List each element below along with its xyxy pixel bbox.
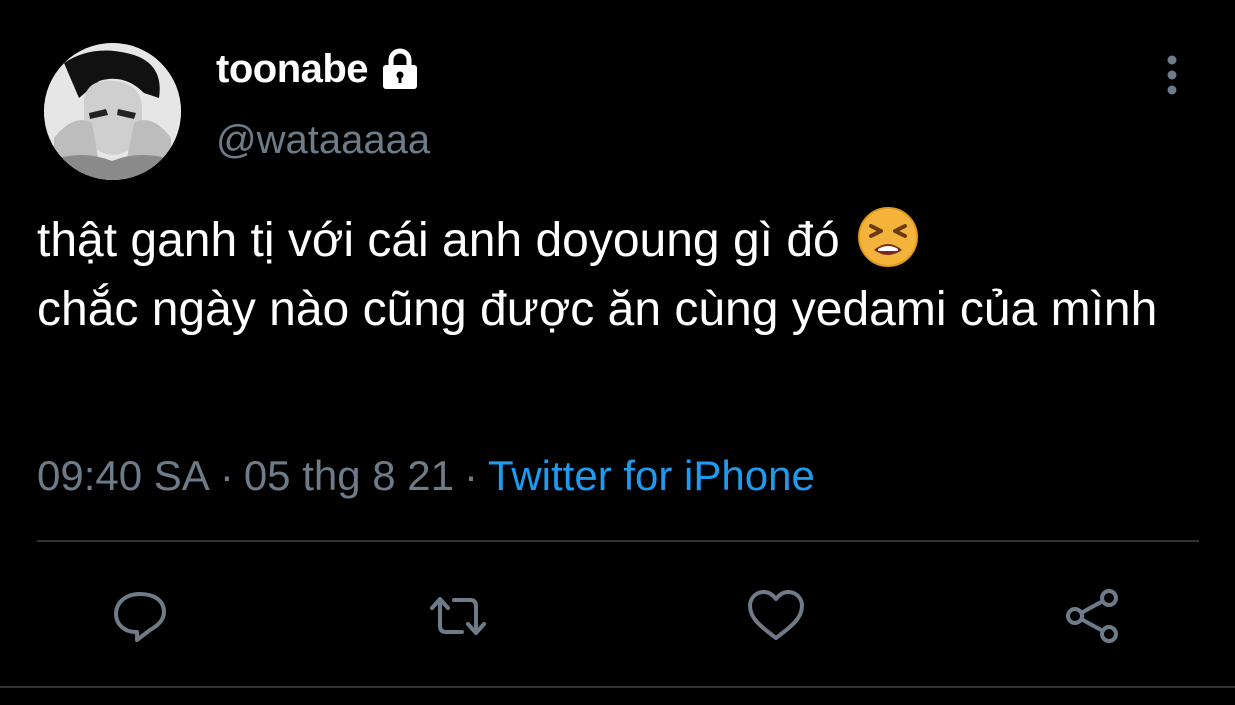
display-name-row[interactable]: toonabe — [216, 44, 422, 94]
tweet-source-link[interactable]: Twitter for iPhone — [488, 452, 815, 499]
meta-separator: · — [464, 452, 478, 499]
share-icon[interactable] — [1063, 586, 1123, 646]
avatar[interactable] — [44, 43, 181, 180]
avatar-photo — [44, 43, 181, 180]
tweet-meta: 09:40 SA · 05 thg 8 21 · Twitter for iPhone — [37, 452, 815, 500]
tweet-text-line-2: chắc ngày nào cũng được ăn cùng yedami c… — [37, 283, 1158, 336]
tweet-time[interactable]: 09:40 SA — [37, 452, 210, 499]
retweet-icon[interactable] — [428, 586, 488, 646]
meta-separator: · — [219, 452, 234, 499]
tired-face-emoji-icon — [857, 206, 919, 268]
divider — [37, 540, 1199, 542]
tweet-text: thật ganh tị với cái anh doyoung gì đó c… — [37, 206, 1197, 344]
user-handle[interactable]: @wataaaaa — [216, 118, 430, 163]
bottom-divider — [0, 686, 1235, 688]
display-name[interactable]: toonabe — [216, 47, 369, 92]
lock-icon — [378, 47, 422, 91]
tweet-date[interactable]: 05 thg 8 21 — [244, 452, 454, 499]
reply-icon[interactable] — [110, 586, 170, 646]
like-icon[interactable] — [746, 586, 806, 646]
more-options-icon[interactable] — [1152, 54, 1192, 98]
tweet-text-line-1: thật ganh tị với cái anh doyoung gì đó — [37, 214, 854, 267]
